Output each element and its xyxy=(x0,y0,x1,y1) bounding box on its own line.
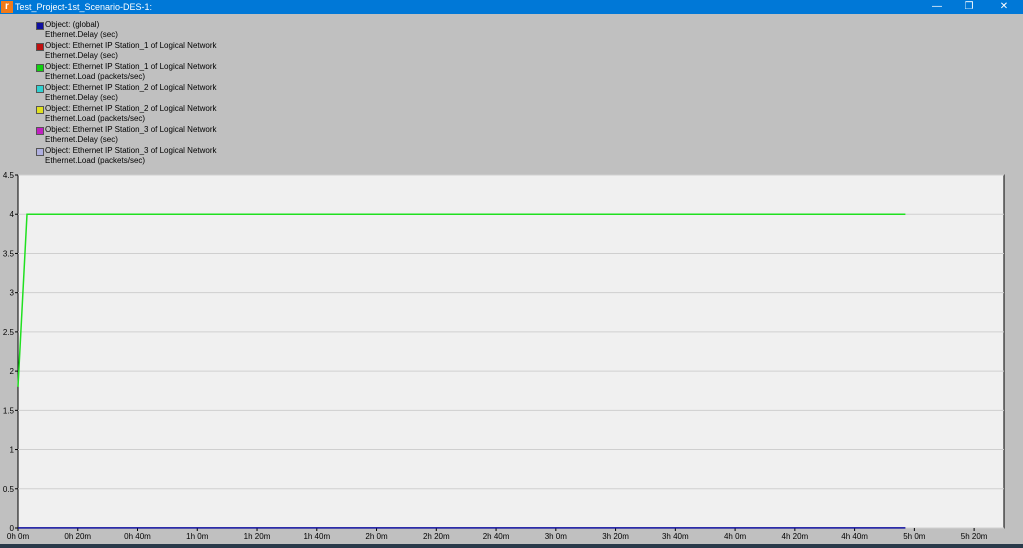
x-tick-label: 4h 20m xyxy=(782,532,809,541)
x-tick-label: 3h 40m xyxy=(662,532,689,541)
x-tick-label: 5h 0m xyxy=(903,532,926,541)
x-tick-label: 1h 40m xyxy=(303,532,330,541)
y-tick-label: 2.5 xyxy=(3,328,15,337)
x-tick-label: 4h 0m xyxy=(724,532,747,541)
app-window: r Test_Project-1st_Scenario-DES-1: — ❐ ✕… xyxy=(0,0,1023,548)
y-tick-label: 0.5 xyxy=(3,485,15,494)
plot-area xyxy=(17,174,1005,529)
y-tick-label: 2 xyxy=(10,367,15,376)
x-tick-label: 3h 20m xyxy=(602,532,629,541)
x-tick-label: 2h 40m xyxy=(483,532,510,541)
y-tick-label: 4.5 xyxy=(3,171,15,180)
y-tick-label: 4 xyxy=(10,210,15,219)
y-tick-label: 1.5 xyxy=(3,406,15,415)
window-bottom-edge xyxy=(0,544,1023,548)
x-tick-label: 0h 0m xyxy=(7,532,30,541)
y-tick-label: 1 xyxy=(10,446,15,455)
y-tick-label: 3 xyxy=(10,289,15,298)
x-tick-label: 4h 40m xyxy=(841,532,868,541)
x-tick-label: 0h 20m xyxy=(64,532,91,541)
x-tick-label: 1h 20m xyxy=(244,532,271,541)
x-tick-label: 2h 20m xyxy=(423,532,450,541)
x-tick-label: 1h 0m xyxy=(186,532,209,541)
x-tick-label: 5h 20m xyxy=(961,532,988,541)
line-chart: 00.511.522.533.544.50h 0m 0h 20m 0h 40m 1h … xyxy=(3,171,1005,541)
x-tick-label: 2h 0m xyxy=(365,532,388,541)
y-tick-label: 3.5 xyxy=(3,249,15,258)
x-tick-label: 3h 0m xyxy=(545,532,568,541)
x-tick-label: 0h 40m xyxy=(124,532,151,541)
